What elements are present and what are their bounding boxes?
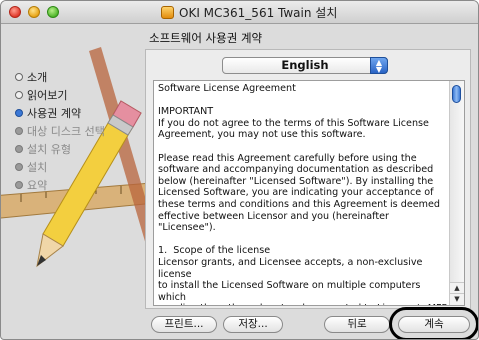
title-bar[interactable]: OKI MC361_561 Twain 설치 (1, 1, 478, 24)
license-text: Software License Agreement IMPORTANT If … (158, 83, 447, 305)
save-button[interactable]: 저장... (223, 316, 283, 333)
up-down-arrows-icon: ▲ ▼ (370, 57, 388, 74)
step-pending-icon (15, 181, 23, 189)
close-window-button[interactable] (9, 6, 21, 18)
window-title-text: OKI MC361_561 Twain 설치 (179, 6, 338, 20)
back-button[interactable]: 뒤로 (324, 316, 390, 333)
step-complete-icon (15, 91, 23, 99)
installer-package-icon (161, 6, 174, 19)
step-label: 설치 (27, 161, 48, 174)
step-pending-icon (15, 145, 23, 153)
step-pending-icon (15, 127, 23, 135)
license-scrollbar[interactable]: ▲ ▼ (449, 81, 464, 305)
language-select[interactable]: English ▲ ▼ (222, 57, 388, 74)
step-readme: 읽어보기 (15, 87, 67, 103)
step-installation-type: 설치 유형 (15, 141, 71, 157)
step-complete-icon (15, 73, 23, 81)
continue-button-highlight (389, 307, 478, 339)
step-license: 사용권 계약 (15, 105, 81, 121)
scrollbar-thumb[interactable] (452, 85, 461, 103)
installer-window: OKI MC361_561 Twain 설치 소프트웨어 사용권 계약 소개 읽… (0, 0, 479, 340)
step-introduction: 소개 (15, 69, 47, 85)
step-summary: 요약 (15, 177, 47, 193)
window-title: OKI MC361_561 Twain 설치 (161, 4, 337, 21)
language-select-value: English (281, 58, 329, 72)
step-label: 소개 (27, 71, 48, 84)
step-destination-select: 대상 디스크 선택 (15, 123, 105, 139)
step-label: 대상 디스크 선택 (27, 125, 105, 138)
license-panel: English ▲ ▼ Software License Agreement IM… (145, 49, 471, 309)
installer-steps-sidebar: 소개 읽어보기 사용권 계약 대상 디스크 선택 설치 유형 설치 요약 (9, 61, 139, 281)
step-label: 사용권 계약 (27, 107, 82, 120)
step-pending-icon (15, 163, 23, 171)
step-label: 설치 유형 (27, 143, 71, 156)
step-current-icon (15, 109, 23, 117)
step-installation: 설치 (15, 159, 47, 175)
minimize-window-button[interactable] (28, 6, 40, 18)
print-button[interactable]: 프린트... (151, 316, 217, 333)
step-label: 요약 (27, 179, 48, 192)
license-text-area[interactable]: Software License Agreement IMPORTANT If … (153, 80, 465, 306)
step-label: 읽어보기 (27, 89, 68, 102)
scroll-down-arrow-icon[interactable]: ▼ (450, 293, 464, 305)
zoom-window-button[interactable] (47, 6, 59, 18)
